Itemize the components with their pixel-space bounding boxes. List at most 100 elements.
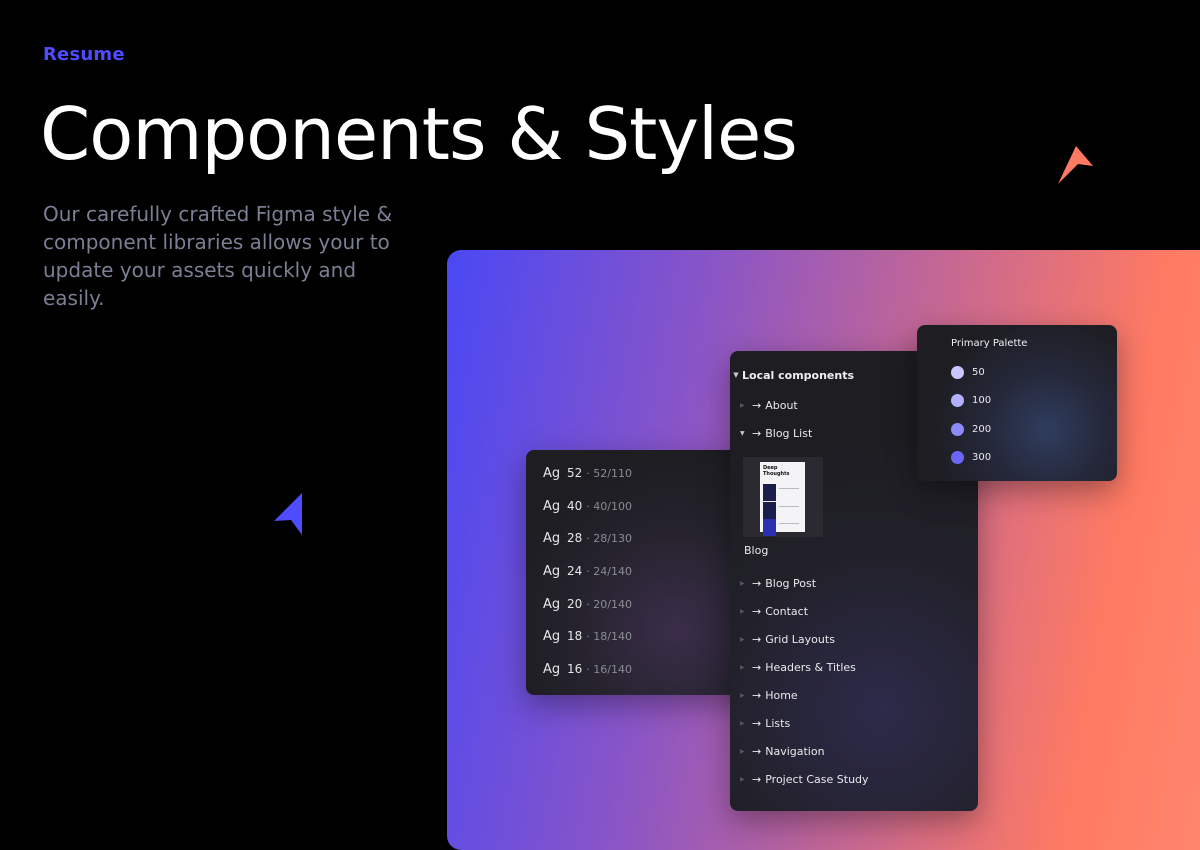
page-description: Our carefully crafted Figma style & comp…	[43, 202, 393, 310]
color-swatch	[951, 450, 964, 464]
color-swatch	[951, 393, 964, 407]
thumbnail-image	[763, 519, 776, 536]
color-swatch	[951, 365, 964, 379]
thumbnail-heading: Deep Thoughts	[763, 465, 790, 477]
palette-swatch-50[interactable]: 50	[951, 365, 985, 379]
cursor-arrow-orange-icon	[1058, 146, 1093, 184]
component-label: Grid Layouts	[765, 632, 835, 646]
thumbnail-text-line	[779, 506, 799, 507]
thumbnail-page: Deep Thoughts	[760, 462, 805, 536]
thumbnail-image	[763, 502, 776, 519]
component-label: Navigation	[765, 744, 825, 758]
type-size: 18	[567, 629, 583, 643]
type-size: 16	[567, 662, 583, 676]
component-label: Project Case Study	[765, 772, 869, 786]
palette-title: Primary Palette	[951, 338, 1028, 349]
type-spec: · 40/100	[586, 499, 632, 513]
caret-right-icon: ▶	[740, 579, 745, 587]
type-size: 52	[567, 466, 583, 480]
type-size: 24	[567, 564, 583, 578]
thumbnail-text-line	[779, 523, 799, 524]
caret-right-icon: ▶	[740, 775, 745, 783]
arrow-right-icon: →	[752, 688, 762, 702]
caret-down-icon: ▼	[733, 371, 739, 379]
type-spec: · 24/140	[586, 564, 632, 578]
primary-palette-panel: Primary Palette 50 100 200 300	[917, 325, 1117, 481]
type-sample: Ag	[543, 563, 561, 579]
page-title: Components & Styles	[40, 92, 798, 176]
component-item-blog-post[interactable]: ▶ → Blog Post	[740, 575, 816, 591]
type-sample: Ag	[543, 465, 561, 481]
caret-right-icon: ▶	[740, 635, 745, 643]
component-item-headers-titles[interactable]: ▶ → Headers & Titles	[740, 659, 856, 675]
component-item-navigation[interactable]: ▶ → Navigation	[740, 743, 825, 759]
component-item-blog-list[interactable]: ▼ → Blog List	[740, 425, 812, 441]
type-sample: Ag	[543, 661, 561, 677]
type-style-row[interactable]: Ag 28 · 28/130	[543, 528, 632, 548]
type-sample: Ag	[543, 596, 561, 612]
caret-right-icon: ▶	[740, 747, 745, 755]
blog-component-thumbnail[interactable]: Deep Thoughts	[743, 457, 823, 537]
type-style-row[interactable]: Ag 16 · 16/140	[543, 659, 632, 679]
type-sample: Ag	[543, 628, 561, 644]
component-label: Blog Post	[765, 576, 817, 590]
type-style-row[interactable]: Ag 18 · 18/140	[543, 626, 632, 646]
type-spec: · 28/130	[586, 531, 632, 545]
type-size: 28	[567, 531, 583, 545]
arrow-right-icon: →	[752, 398, 762, 412]
component-label: About	[765, 398, 798, 412]
cursor-arrow-blue-icon	[274, 493, 302, 535]
component-item-grid-layouts[interactable]: ▶ → Grid Layouts	[740, 631, 835, 647]
thumbnail-label: Blog	[744, 544, 769, 557]
type-size: 40	[567, 499, 583, 513]
swatch-label: 300	[972, 451, 992, 463]
component-item-contact[interactable]: ▶ → Contact	[740, 603, 808, 619]
arrow-right-icon: →	[752, 632, 762, 646]
type-spec: · 18/140	[586, 629, 632, 643]
type-sample: Ag	[543, 498, 561, 514]
type-spec: · 16/140	[586, 662, 632, 676]
caret-right-icon: ▶	[740, 607, 745, 615]
type-style-row[interactable]: Ag 40 · 40/100	[543, 496, 632, 516]
type-spec: · 52/110	[586, 466, 632, 480]
type-style-row[interactable]: Ag 20 · 20/140	[543, 594, 632, 614]
arrow-right-icon: →	[752, 426, 762, 440]
caret-right-icon: ▶	[740, 401, 745, 409]
arrow-right-icon: →	[752, 660, 762, 674]
component-item-home[interactable]: ▶ → Home	[740, 687, 798, 703]
component-label: Home	[765, 688, 798, 702]
component-label: Blog List	[765, 426, 813, 440]
palette-swatch-100[interactable]: 100	[951, 393, 991, 407]
caret-down-icon: ▼	[740, 429, 745, 437]
thumbnail-image	[763, 484, 776, 501]
type-style-row[interactable]: Ag 52 · 52/110	[543, 463, 632, 483]
component-item-project-case-study[interactable]: ▶ → Project Case Study	[740, 771, 869, 787]
local-components-header[interactable]: ▼ Local components	[730, 367, 854, 383]
component-item-about[interactable]: ▶ → About	[740, 397, 798, 413]
type-style-row[interactable]: Ag 24 · 24/140	[543, 561, 632, 581]
eyebrow-label: Resume	[43, 44, 125, 65]
component-label: Headers & Titles	[765, 660, 856, 674]
caret-right-icon: ▶	[740, 663, 745, 671]
palette-swatch-200[interactable]: 200	[951, 422, 991, 436]
swatch-label: 200	[972, 423, 992, 435]
local-components-title: Local components	[742, 368, 855, 382]
component-label: Contact	[765, 604, 809, 618]
component-label: Lists	[765, 716, 791, 730]
arrow-right-icon: →	[752, 744, 762, 758]
caret-right-icon: ▶	[740, 691, 745, 699]
swatch-label: 50	[972, 366, 985, 378]
caret-right-icon: ▶	[740, 719, 745, 727]
palette-swatch-300[interactable]: 300	[951, 450, 991, 464]
arrow-right-icon: →	[752, 576, 762, 590]
arrow-right-icon: →	[752, 604, 762, 618]
arrow-right-icon: →	[752, 772, 762, 786]
thumbnail-text-line	[779, 488, 799, 489]
arrow-right-icon: →	[752, 716, 762, 730]
color-swatch	[951, 422, 964, 436]
swatch-label: 100	[972, 394, 992, 406]
type-spec: · 20/140	[586, 597, 632, 611]
type-size: 20	[567, 597, 583, 611]
type-sample: Ag	[543, 530, 561, 546]
component-item-lists[interactable]: ▶ → Lists	[740, 715, 790, 731]
